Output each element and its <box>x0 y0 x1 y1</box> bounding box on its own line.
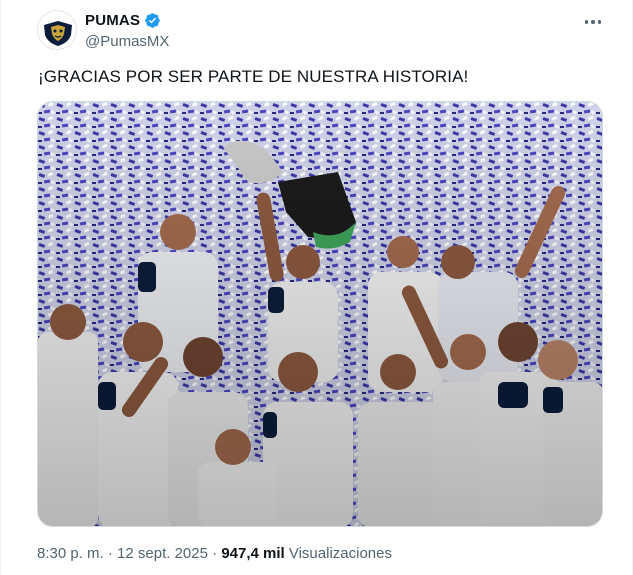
author-name[interactable]: PUMAS <box>85 12 140 29</box>
more-dot <box>591 20 595 24</box>
author-handle[interactable]: @PumasMX <box>85 33 169 50</box>
tweet-text: ¡GRACIAS POR SER PARTE DE NUESTRA HISTOR… <box>38 67 469 86</box>
more-options-icon[interactable] <box>581 12 605 32</box>
verified-badge-icon <box>145 13 160 28</box>
meta-separator-2: · <box>207 545 222 562</box>
more-dot <box>584 20 589 24</box>
celebration-photo <box>38 102 602 526</box>
tweet-meta: 8:30 p. m. · 12 sept. 2025 · 947,4 mil V… <box>37 545 392 562</box>
tweet-date[interactable]: 12 sept. 2025 <box>117 545 208 562</box>
avatar[interactable] <box>37 10 77 50</box>
views-label: Visualizaciones <box>284 545 392 562</box>
meta-separator: · <box>103 545 118 562</box>
author-name-row[interactable]: PUMAS <box>85 12 161 29</box>
tweet-media-photo[interactable] <box>37 101 603 527</box>
pumas-logo-icon <box>38 11 76 49</box>
tweet-card: PUMAS @PumasMX ¡GRACIAS POR SER PARTE DE… <box>0 0 633 575</box>
more-dot <box>597 20 602 24</box>
views-count: 947,4 mil <box>221 545 285 562</box>
tweet-time[interactable]: 8:30 p. m. <box>37 545 104 562</box>
